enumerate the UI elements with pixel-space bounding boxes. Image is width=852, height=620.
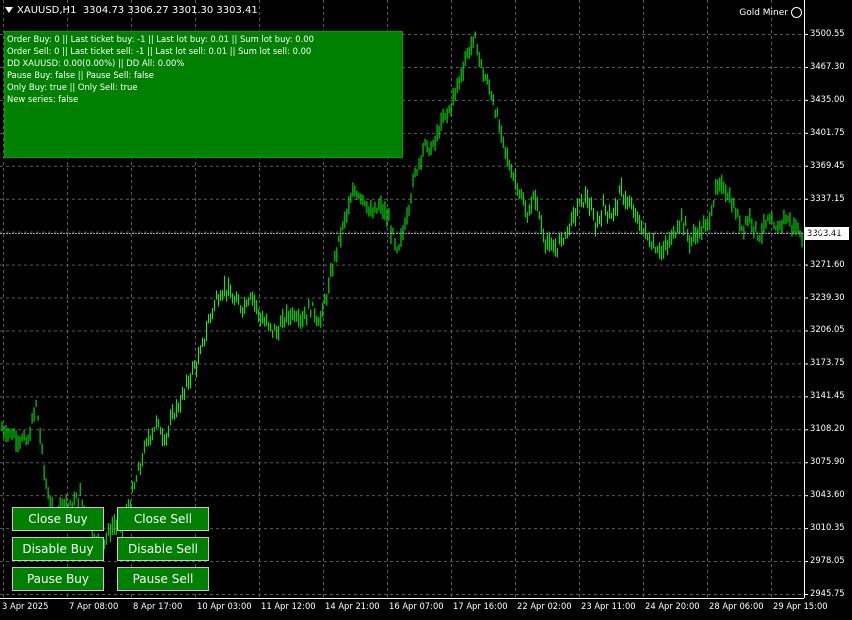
price-tick-label: 2978.05: [810, 555, 845, 566]
price-tick-label: 3108.20: [810, 423, 845, 434]
dropdown-triangle-icon[interactable]: [5, 7, 13, 13]
chart-header: XAUUSD,H1 3304.73 3306.27 3301.30 3303.4…: [5, 5, 258, 16]
disable-sell-button[interactable]: Disable Sell: [117, 537, 209, 561]
time-tick-label: 23 Apr 11:00: [581, 601, 636, 611]
disable-buy-button[interactable]: Disable Buy: [12, 537, 104, 561]
info-line-orders-sell: Order Sell: 0 || Last ticket sell: -1 ||…: [7, 46, 312, 56]
price-tick-label: 3239.30: [810, 291, 845, 302]
price-tick-label: 3337.15: [810, 192, 845, 203]
info-line-only: Only Buy: true || Only Sell: true: [7, 82, 138, 92]
price-tick-label: 3010.35: [810, 522, 845, 533]
price-tick-label: 3500.55: [810, 28, 845, 38]
price-tick-label: 3369.45: [810, 159, 845, 170]
price-tick-label: 2945.75: [810, 588, 845, 598]
time-tick-label: 3 Apr 2025: [2, 601, 49, 611]
price-tick-label: 3206.05: [810, 324, 845, 335]
close-buy-button[interactable]: Close Buy: [12, 507, 104, 531]
price-tick-label: 3435.00: [810, 93, 845, 104]
info-line-orders-buy: Order Buy: 0 || Last ticket buy: -1 || L…: [7, 34, 314, 44]
price-tick-label: 3271.60: [810, 258, 845, 269]
info-panel: Order Buy: 0 || Last ticket buy: -1 || L…: [4, 31, 403, 158]
expert-label: Gold Miner: [739, 7, 802, 18]
time-tick-label: 17 Apr 16:00: [453, 601, 508, 611]
time-tick-label: 14 Apr 21:00: [325, 601, 380, 611]
time-tick-label: 24 Apr 20:00: [645, 601, 700, 611]
time-tick-label: 28 Apr 06:00: [709, 601, 764, 611]
time-tick-label: 7 Apr 08:00: [69, 601, 119, 611]
time-tick-label: 22 Apr 02:00: [517, 601, 572, 611]
info-line-pause: Pause Buy: false || Pause Sell: false: [7, 70, 154, 80]
smiley-icon: [791, 7, 802, 18]
price-tick-label: 3467.30: [810, 60, 845, 71]
info-line-new-series: New series: false: [7, 94, 79, 104]
price-tick-label: 3173.75: [810, 357, 845, 368]
time-tick-label: 29 Apr 15:00: [773, 601, 828, 611]
time-tick-label: 10 Apr 03:00: [197, 601, 252, 611]
price-tick-label: 3043.60: [810, 489, 845, 500]
time-tick-label: 16 Apr 07:00: [389, 601, 444, 611]
pause-buy-button[interactable]: Pause Buy: [12, 567, 104, 591]
expert-name: Gold Miner: [739, 8, 788, 18]
price-tick-label: 3141.45: [810, 390, 845, 401]
info-line-drawdown: DD XAUUSD: 0.00(0.00%) || DD All: 0.00%: [7, 58, 185, 68]
price-tick-label: 3303.90: [810, 225, 845, 236]
ohlc-values: 3304.73 3306.27 3301.30 3303.41: [82, 5, 258, 16]
time-tick-label: 8 Apr 17:00: [133, 601, 183, 611]
time-tick-label: 11 Apr 12:00: [261, 601, 316, 611]
price-tick-label: 3075.90: [810, 456, 845, 467]
price-tick-label: 3401.75: [810, 126, 845, 137]
symbol-label: XAUUSD,H1: [17, 5, 77, 16]
pause-sell-button[interactable]: Pause Sell: [117, 567, 209, 591]
close-sell-button[interactable]: Close Sell: [117, 507, 209, 531]
